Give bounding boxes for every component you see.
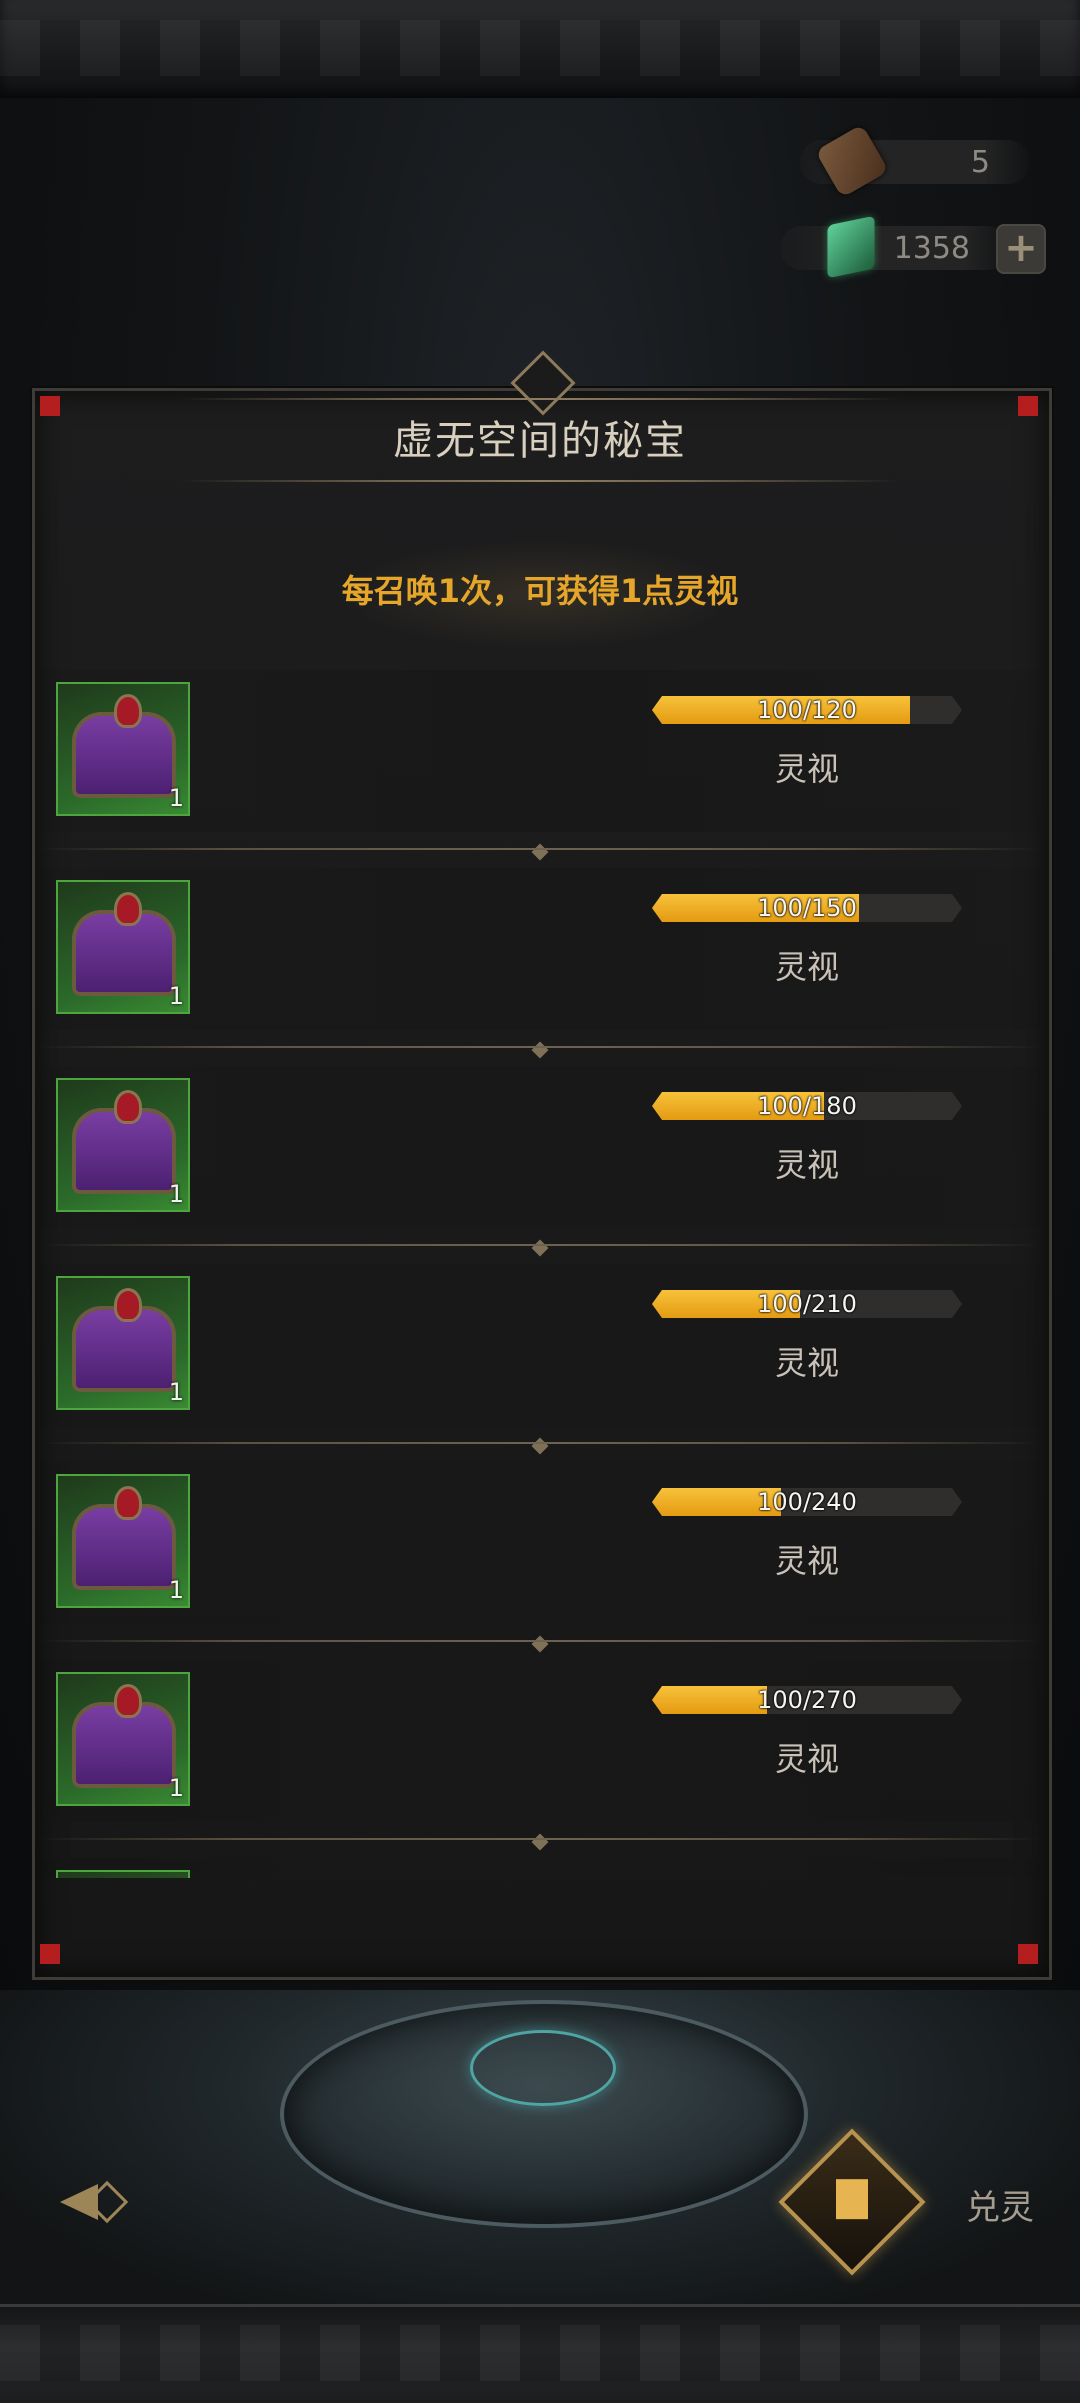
- divider-ornament: [531, 1239, 549, 1257]
- chest-lock-icon: [114, 1486, 142, 1520]
- chest-lock-icon: [114, 1684, 142, 1718]
- top-decorative-border: [0, 0, 1080, 101]
- add-gem-button[interactable]: +: [996, 224, 1046, 274]
- progress-bar: 100/210: [652, 1290, 962, 1318]
- progress-bar: 100/240: [652, 1488, 962, 1516]
- divider-ornament: [531, 1437, 549, 1455]
- divider-ornament: [531, 1833, 549, 1851]
- panel-title: 虚无空间的秘宝: [393, 418, 687, 464]
- reward-label: 灵视: [774, 1146, 839, 1184]
- title-divider: [180, 480, 900, 482]
- reward-row: 1 100/270 灵视: [40, 1660, 1040, 1851]
- reward-label: 灵视: [774, 1740, 839, 1778]
- scroll-count: 5: [970, 144, 990, 180]
- divider-ornament: [531, 1635, 549, 1653]
- green-gem-icon: [827, 215, 875, 279]
- corner-ornament: [40, 1944, 60, 1964]
- progress-text: 100/120: [757, 696, 857, 724]
- treasure-chest-item[interactable]: 1: [56, 1276, 190, 1410]
- reward-label: 灵视: [774, 750, 839, 788]
- currency-gem-counter: 1358: [780, 226, 1010, 270]
- progress-text: 100/240: [757, 1488, 857, 1516]
- title-divider: [180, 398, 900, 400]
- divider-ornament: [531, 843, 549, 861]
- bottom-decorative-border: [0, 2304, 1080, 2403]
- chest-lock-icon: [114, 1288, 142, 1322]
- chest-lock-icon: [114, 1090, 142, 1124]
- reward-row: 1 100/150 灵视: [40, 868, 1040, 1059]
- treasure-chest-item[interactable]: 1: [56, 1474, 190, 1608]
- progress-bar: 100/270: [652, 1686, 962, 1714]
- treasure-chest-item[interactable]: 1: [56, 880, 190, 1014]
- summon-circle-core: [470, 2030, 616, 2106]
- treasure-chest-item[interactable]: 1: [56, 682, 190, 816]
- item-count: 1: [168, 1180, 184, 1208]
- progress-bar: 100/150: [652, 894, 962, 922]
- gem-count: 1358: [893, 230, 970, 266]
- back-button[interactable]: [60, 2180, 160, 2224]
- reward-label: 灵视: [774, 948, 839, 986]
- treasure-chest-item[interactable]: 1: [56, 1078, 190, 1212]
- progress-text: 100/270: [757, 1686, 857, 1714]
- chest-lock-icon: [114, 694, 142, 728]
- reward-row: 1 100/240 灵视: [40, 1462, 1040, 1653]
- reward-row-partial: [40, 1858, 1040, 1878]
- reward-label: 灵视: [774, 1542, 839, 1580]
- progress-text: 100/180: [757, 1092, 857, 1120]
- item-count: 1: [168, 1378, 184, 1406]
- reward-row: 1 100/180 灵视: [40, 1066, 1040, 1257]
- item-count: 1: [168, 784, 184, 812]
- chest-lock-icon: [114, 892, 142, 926]
- reward-label: 灵视: [774, 1344, 839, 1382]
- panel-subtitle: 每召唤1次，可获得1点灵视: [341, 572, 739, 610]
- reward-list[interactable]: 1 100/120 灵视 1 100/150 灵视 1 100/180 灵视 1…: [40, 658, 1040, 1878]
- treasure-chest-item[interactable]: [56, 1870, 190, 1878]
- reward-row: 1 100/210 灵视: [40, 1264, 1040, 1455]
- item-count: 1: [168, 1576, 184, 1604]
- progress-text: 100/150: [757, 894, 857, 922]
- reward-row: 1 100/120 灵视: [40, 670, 1040, 861]
- item-count: 1: [168, 982, 184, 1010]
- progress-bar: 100/180: [652, 1092, 962, 1120]
- corner-ornament: [1018, 1944, 1038, 1964]
- progress-text: 100/210: [757, 1290, 857, 1318]
- item-count: 1: [168, 1774, 184, 1802]
- exchange-button[interactable]: 兑灵: [966, 2180, 1034, 2229]
- treasure-chest-item[interactable]: 1: [56, 1672, 190, 1806]
- progress-bar: 100/120: [652, 696, 962, 724]
- divider-ornament: [531, 1041, 549, 1059]
